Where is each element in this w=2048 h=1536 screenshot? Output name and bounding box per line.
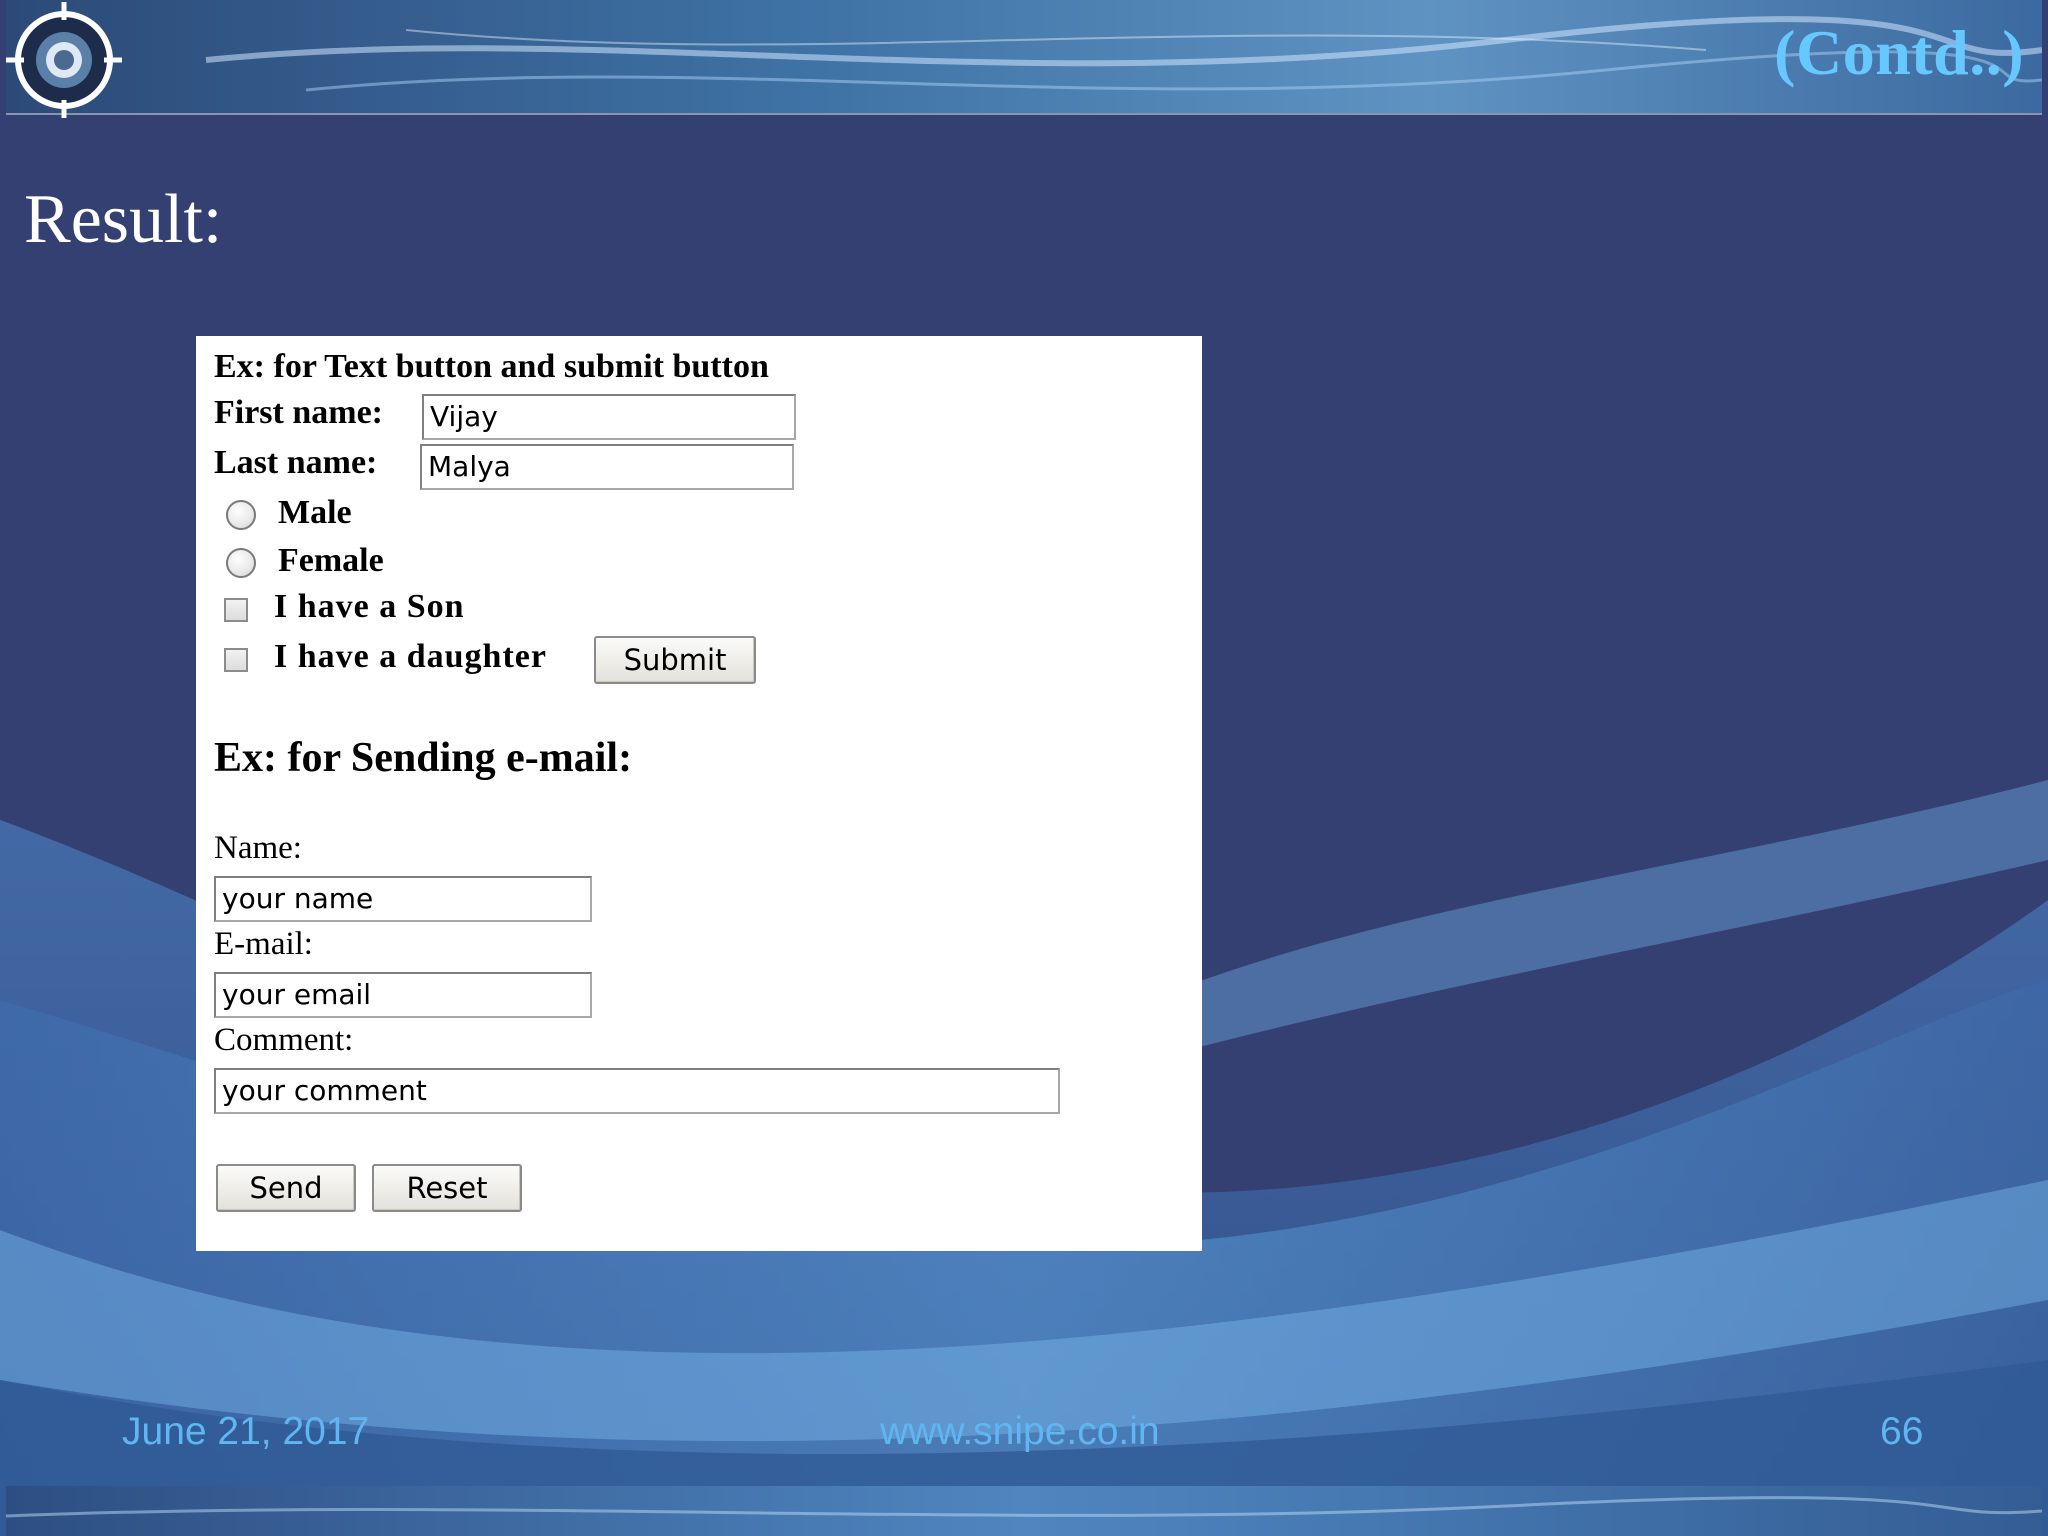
first-name-label: First name: <box>214 394 384 431</box>
son-label: I have a Son <box>274 588 465 625</box>
footer-page-number: 66 <box>1880 1410 1924 1453</box>
first-name-input[interactable]: Vijay <box>422 394 796 440</box>
reset-button[interactable]: Reset <box>372 1164 522 1212</box>
son-checkbox[interactable] <box>224 598 248 622</box>
name-label: Name: <box>214 830 302 866</box>
section-heading-email: Ex: for Sending e-mail: <box>214 735 633 781</box>
daughter-label: I have a daughter <box>274 638 547 675</box>
section-heading-text-submit: Ex: for Text button and submit button <box>214 348 769 385</box>
send-button[interactable]: Send <box>216 1164 356 1212</box>
contd-label: (Contd..) <box>1774 17 2024 88</box>
female-label: Female <box>278 542 384 579</box>
male-radio[interactable] <box>226 500 256 530</box>
footer-band <box>6 1486 2042 1536</box>
comment-input[interactable]: your comment <box>214 1068 1060 1114</box>
form-screenshot: Ex: for Text button and submit button Fi… <box>196 336 1202 1251</box>
male-label: Male <box>278 494 352 531</box>
target-logo-icon <box>6 2 122 118</box>
daughter-checkbox[interactable] <box>224 648 248 672</box>
email-label: E-mail: <box>214 926 313 962</box>
name-input[interactable]: your name <box>214 876 592 922</box>
footer-website: www.snipe.co.in <box>880 1410 1160 1453</box>
female-radio[interactable] <box>226 548 256 578</box>
header-divider <box>6 113 2042 115</box>
slide-title: Result: <box>24 181 223 258</box>
email-input[interactable]: your email <box>214 972 592 1018</box>
footer-date: June 21, 2017 <box>122 1410 370 1453</box>
submit-button[interactable]: Submit <box>594 636 756 684</box>
comment-label: Comment: <box>214 1022 354 1058</box>
last-name-input[interactable]: Malya <box>420 444 794 490</box>
last-name-label: Last name: <box>214 444 378 481</box>
header-band <box>6 0 2042 114</box>
